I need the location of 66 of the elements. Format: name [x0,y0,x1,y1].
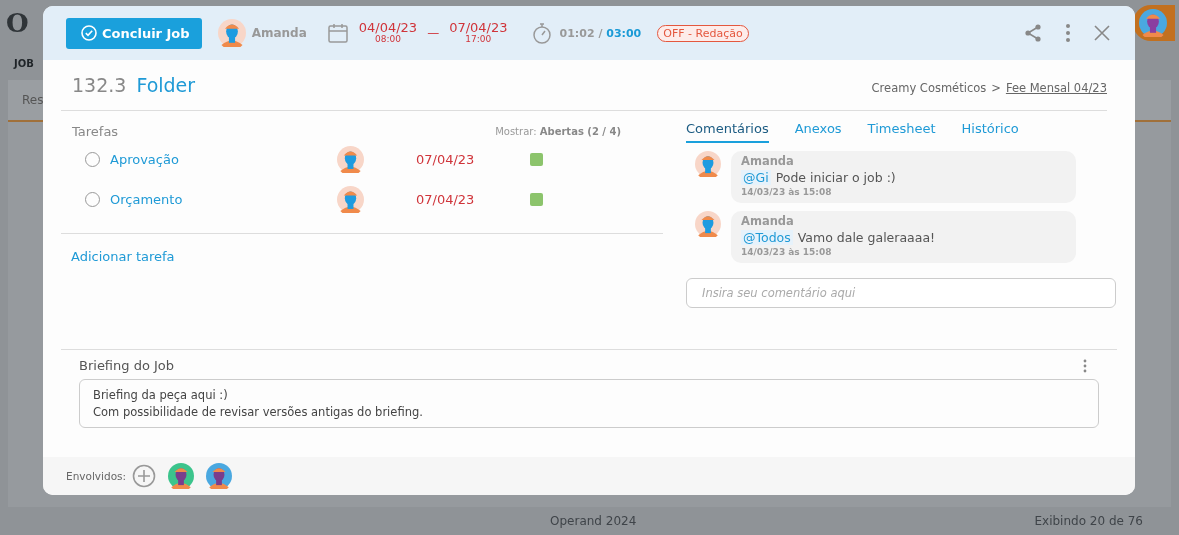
complete-button[interactable]: Concluir Job [66,17,202,49]
client-name: Creamy Cosméticos [871,81,987,95]
tab[interactable]: Anexos [794,121,842,141]
avatar-icon [695,151,721,177]
more-button[interactable] [1065,23,1071,43]
end-date: 07/04/23 [449,20,508,35]
mention-tag[interactable]: @Gi [741,170,771,185]
tab[interactable]: Timesheet [867,121,936,141]
tab[interactable]: Res [8,93,44,107]
avatar-icon [168,463,195,489]
profile-button[interactable] [1133,5,1175,41]
mention-tag[interactable]: @Todos [741,230,793,245]
start-date: 04/04/23 [358,20,418,35]
time: 08:00 [374,35,401,46]
comment-text: Vamo dale galeraaaa! [797,230,936,245]
avatar-icon [337,145,364,173]
project-link[interactable]: Fee Mensal 04/23 [1005,81,1107,95]
section-title: Briefing do Job [79,358,175,373]
add-person-button[interactable] [132,464,157,488]
date-separator: — [427,26,440,40]
avatar-icon [206,463,233,489]
involved-label: Envolvidos: [66,470,127,482]
time: 17:00 [465,35,492,46]
calendar-icon [326,22,349,44]
task-name[interactable]: Orçamento [110,191,337,207]
briefing-box[interactable]: Briefing da peça aqui :) Com possibilidade de revisar versões antigas do briefing. [79,379,1099,429]
comment-text: Pode iniciar o job :) [775,170,896,185]
share-button[interactable] [1023,23,1043,43]
tab[interactable]: Comentários [686,121,769,143]
comment-author: Amanda [741,214,795,228]
breadcrumb-separator: > [991,81,1001,95]
tab[interactable]: Histórico [961,121,1019,141]
due-date: 07/04/23 [416,191,476,207]
job-number: 132.3 [72,74,127,96]
comment-author: Amanda [741,154,795,168]
stopwatch-icon [531,22,552,44]
more-icon [1065,23,1071,43]
job-title: Folder [136,74,196,96]
task-filter[interactable]: Mostrar: Abertas (2 / 4) [495,125,621,137]
close-icon [1093,24,1111,42]
avatar-icon [337,185,364,213]
owner-name: Amanda [251,26,307,40]
task-name[interactable]: Aprovação [110,151,337,167]
more-button[interactable] [1083,358,1087,373]
check-circle-icon [81,25,97,41]
briefing-text: Com possibilidade de revisar versões antigas do briefing. [93,403,424,421]
briefing-text: Briefing da peça aqui :) [93,387,229,404]
share-icon [1023,23,1043,43]
due-date: 07/04/23 [416,151,476,167]
section-title: Tarefas [72,123,119,139]
status-tag: OFF - Redação [657,24,749,42]
comment-field[interactable]: Insira seu comentário aqui [686,278,1116,308]
time-tracked: 01:02 / 03:00 [559,26,642,40]
close-button[interactable] [1093,24,1111,42]
footer-text: Operand 2024 [550,514,637,528]
comment-time: 14/03/23 às 15:08 [741,187,833,197]
comment-time: 14/03/23 às 15:08 [741,247,833,257]
more-icon [1083,358,1087,373]
plus-circle-icon [132,464,157,488]
app-logo: O [6,8,29,38]
avatar-icon [695,211,721,237]
section-title: JOB [14,57,34,69]
avatar-icon [217,19,246,47]
avatar-icon [1139,9,1167,37]
pagination-info: Exibindo 20 de 76 [1034,514,1143,528]
add-task-link[interactable]: Adicionar tarefa [71,249,175,264]
